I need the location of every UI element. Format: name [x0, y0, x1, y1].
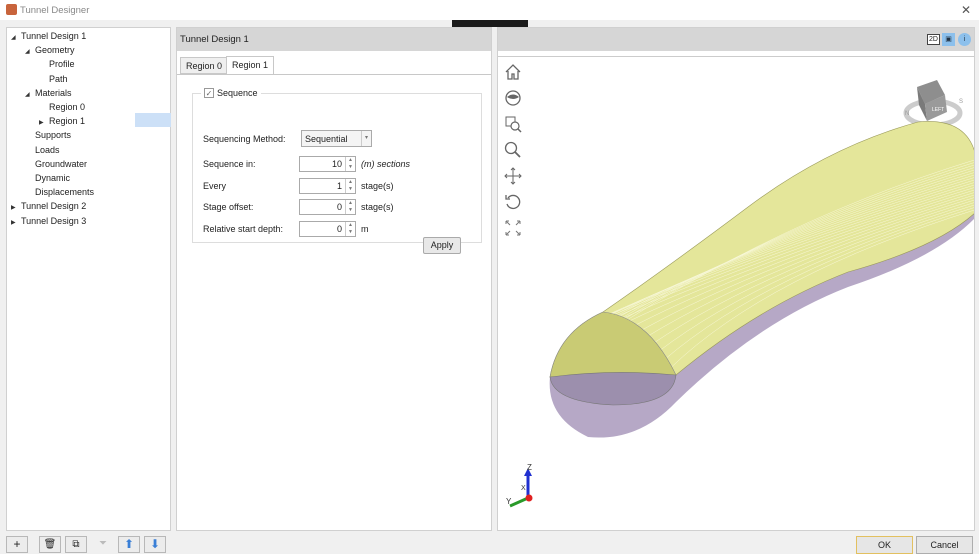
- tree-item[interactable]: Dynamic: [25, 171, 70, 185]
- field-spinner[interactable]: 10 ▲ ▼: [299, 156, 356, 172]
- tree-panel: ◢ Tunnel Design 1 ◢ Geometry Profile Path ◢ Mat…: [6, 27, 171, 531]
- tab-content: ✓ Sequence Sequencing Method: Sequential…: [177, 74, 491, 530]
- window-title: Tunnel Designer: [20, 5, 90, 16]
- field-unit: (m) sections: [361, 159, 411, 169]
- tree-item[interactable]: ▶ Region 1: [39, 114, 85, 128]
- tree-item-label: Profile: [49, 59, 75, 70]
- tree-item-label: Loads: [35, 144, 60, 155]
- tree-item-label: Displacements: [35, 187, 95, 198]
- field-label: Sequence in:: [203, 159, 256, 169]
- axis-triad: Z Y X: [506, 463, 533, 508]
- filter-icon[interactable]: ⏷: [92, 536, 114, 553]
- tree-item[interactable]: Path: [39, 72, 68, 86]
- sequencing-method-select[interactable]: Sequential ▾: [301, 130, 372, 147]
- title-bar: Tunnel Designer ✕: [0, 0, 979, 20]
- method-label: Sequencing Method:: [203, 134, 286, 144]
- field-unit: stage(s): [361, 180, 394, 191]
- sequence-checkbox[interactable]: ✓: [204, 88, 214, 98]
- tree-item[interactable]: Supports: [25, 128, 71, 142]
- field-spinner[interactable]: 0 ▲ ▼: [299, 220, 356, 237]
- chevron-down-icon: ▾: [361, 131, 371, 146]
- cancel-button[interactable]: Cancel: [916, 536, 973, 554]
- tree-item-label: Groundwater: [35, 158, 88, 169]
- tree-item[interactable]: Region 0: [39, 100, 85, 114]
- 3d-view-button[interactable]: ▣: [942, 33, 955, 46]
- field-value: 1: [336, 180, 342, 191]
- tree-item[interactable]: ▶ Tunnel Design 3: [11, 214, 86, 228]
- info-button[interactable]: i: [958, 33, 971, 46]
- properties-panel: Tunnel Design 1 Region 0 Region 1 ✓ Sequ…: [176, 27, 492, 531]
- field-value: 10: [331, 159, 342, 169]
- copy-icon[interactable]: ⧉: [65, 536, 87, 553]
- close-button[interactable]: ✕: [961, 3, 971, 17]
- tree-item[interactable]: ▶ Tunnel Design 2: [11, 199, 86, 213]
- tree-item[interactable]: ◢ Tunnel Design 1: [11, 29, 86, 43]
- method-value: Sequential: [305, 134, 348, 144]
- sequence-group: ✓ Sequence Sequencing Method: Sequential…: [192, 88, 482, 254]
- tab-region-1[interactable]: Region 1: [226, 56, 275, 75]
- apply-button[interactable]: Apply: [423, 237, 461, 254]
- field-value: 0: [336, 202, 342, 212]
- selection-highlight: [135, 113, 171, 127]
- tree-item-label: Tunnel Design 3: [21, 215, 87, 226]
- tab-region-0[interactable]: Region 0: [180, 57, 229, 74]
- tree-item[interactable]: Displacements: [25, 185, 94, 199]
- tree-item-label: Supports: [35, 130, 72, 141]
- view-toolbar: 2D ▣ i: [498, 28, 974, 51]
- field-spinner[interactable]: 0 ▲ ▼: [299, 199, 356, 215]
- add-button[interactable]: +: [6, 536, 28, 553]
- expand-arrow-icon[interactable]: ◢: [25, 45, 35, 59]
- 2d-view-button[interactable]: 2D: [927, 34, 940, 45]
- 3d-view-panel: 2D ▣ i LEFT N E S: [497, 27, 975, 531]
- ok-button[interactable]: OK: [856, 536, 913, 554]
- delete-icon[interactable]: 🗑: [39, 536, 61, 553]
- move-down-button[interactable]: ⬇: [144, 536, 166, 553]
- tree-item[interactable]: ◢ Materials: [25, 86, 72, 100]
- field-value: 0: [336, 223, 342, 234]
- app-icon: [6, 4, 17, 15]
- field-label: Stage offset:: [203, 202, 254, 212]
- field-unit: stage(s): [361, 202, 394, 212]
- spin-arrows-icon[interactable]: ▲ ▼: [345, 178, 355, 193]
- spin-arrows-icon[interactable]: ▲ ▼: [345, 200, 355, 214]
- y-axis-label: Y: [506, 497, 512, 506]
- viewport-canvas[interactable]: LEFT N E S Z Y X: [498, 56, 974, 530]
- sequence-label: Sequence: [217, 88, 258, 98]
- tree-item[interactable]: Groundwater: [25, 157, 87, 171]
- tree-item-label: Region 1: [49, 116, 86, 127]
- expand-arrow-icon[interactable]: ◢: [25, 88, 35, 102]
- panel-header: Tunnel Design 1: [177, 28, 491, 51]
- tree-item-label: Region 0: [49, 102, 86, 112]
- field-unit: m: [361, 223, 369, 234]
- tree-item-label: Tunnel Design 2: [21, 201, 87, 212]
- tree-item[interactable]: ◢ Geometry: [25, 43, 75, 57]
- tree-item-label: Dynamic: [35, 173, 71, 183]
- field-label: Relative start depth:: [203, 223, 284, 234]
- field-spinner[interactable]: 1 ▲ ▼: [299, 177, 356, 194]
- move-up-button[interactable]: ⬆: [118, 536, 140, 553]
- tree-item[interactable]: Profile: [39, 57, 75, 71]
- tree-item-label: Tunnel Design 1: [21, 31, 87, 41]
- spin-arrows-icon[interactable]: ▲ ▼: [345, 157, 355, 171]
- field-label: Every: [203, 180, 227, 191]
- drag-handle[interactable]: [452, 20, 528, 27]
- footer-bar: + 🗑 ⧉ ⏷ ⬆ ⬇ OK Cancel: [0, 533, 979, 554]
- expand-arrow-icon[interactable]: ▶: [11, 216, 21, 230]
- tree-item-label: Geometry: [35, 45, 75, 56]
- spin-arrows-icon[interactable]: ▲ ▼: [345, 221, 355, 236]
- tree-item[interactable]: Loads: [25, 143, 60, 157]
- z-axis-label: Z: [527, 463, 532, 472]
- expand-arrow-icon[interactable]: ◢: [11, 31, 21, 45]
- tunnel-model: [549, 121, 974, 438]
- tree-item-label: Path: [49, 73, 68, 84]
- tree-item-label: Materials: [35, 87, 72, 98]
- x-axis-label: X: [521, 485, 526, 492]
